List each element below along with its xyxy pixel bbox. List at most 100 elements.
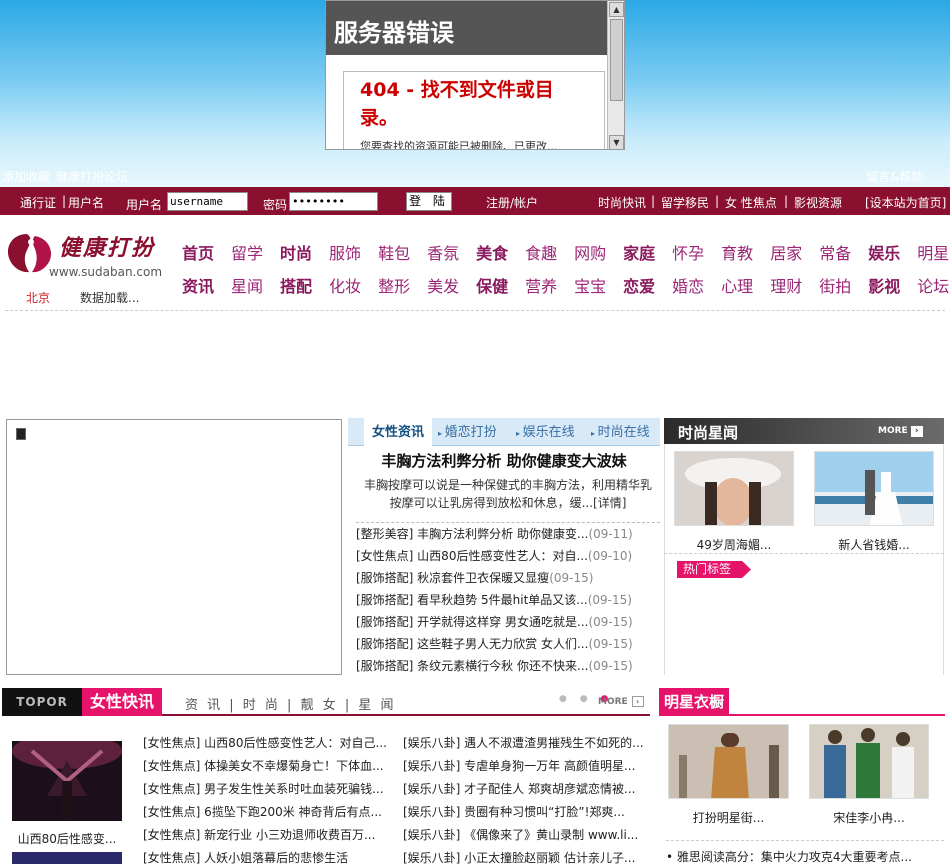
list-item[interactable]: [服饰搭配] 这些鞋子男人无力欣赏 女人们...(09-15) <box>356 633 660 655</box>
nav-item-row1-6[interactable]: 美食 <box>476 240 508 264</box>
nav-item-row1-9[interactable]: 家庭 <box>623 240 655 264</box>
list-item[interactable]: [服饰搭配] 看早秋趋势 5件最hit单品又该...(09-15) <box>356 589 660 611</box>
wardrobe-caption-1[interactable]: 打扮明星街... <box>668 809 789 826</box>
list-item[interactable]: [服饰搭配] 秋凉套件卫衣保暖又显瘦(09-15) <box>356 567 660 589</box>
tab-women-news[interactable]: 女性资讯 <box>364 418 433 446</box>
list-item[interactable]: [娱乐八卦] 才子配佳人 郑爽胡彦斌恋情被... <box>403 778 648 801</box>
quicklink-women[interactable]: 女 性焦点 <box>725 194 777 211</box>
nav-item-row2-8[interactable]: 宝宝 <box>574 273 606 297</box>
wardrobe-photo-1[interactable] <box>668 724 789 799</box>
nav-item-row2-6[interactable]: 保健 <box>476 273 508 297</box>
quicklink-fashion[interactable]: 时尚快讯 <box>598 194 646 211</box>
nav-item-row1-8[interactable]: 网购 <box>574 240 606 264</box>
list-item[interactable]: [娱乐八卦] 专虐单身狗一万年 高颜值明星... <box>403 755 648 778</box>
nav-item-row2-13[interactable]: 街拍 <box>819 273 851 297</box>
slideshow-box[interactable] <box>6 419 342 675</box>
list-item[interactable]: [女性焦点] 体操美女不幸爆菊身亡！下体血... <box>143 755 388 778</box>
city-label[interactable]: 北京 <box>26 289 50 306</box>
wedding-photo-icon <box>815 452 933 525</box>
star-caption-1[interactable]: 49岁周海媚... <box>674 536 794 553</box>
site-logo[interactable]: 健康打扮 www.sudaban.com <box>5 228 165 284</box>
nav-item-row2-12[interactable]: 理财 <box>770 273 802 297</box>
wardrobe-photo-2[interactable] <box>809 724 929 799</box>
username-tab[interactable]: 用户名 <box>68 194 104 211</box>
scroll-thumb[interactable] <box>610 19 623 101</box>
women-news-header: TOPOR 女性快讯 资 讯 | 时 尚 | 靓 女 | 星 闻 ● ● ● M… <box>2 688 650 716</box>
women-news-subnav[interactable]: 资 讯 | 时 尚 | 靓 女 | 星 闻 <box>185 694 394 713</box>
women-news-thumb[interactable] <box>12 741 122 821</box>
nav-item-row2-15[interactable]: 论坛 <box>917 273 949 297</box>
list-item[interactable]: [服饰搭配] 开学就得这样穿 男女通吃就是...(09-15) <box>356 611 660 633</box>
error-iframe[interactable]: 服务器错误 404 - 找不到文件或目录。 您要查找的资源可能已被删除、已更改.… <box>325 0 625 150</box>
nav-item-row2-4[interactable]: 整形 <box>378 273 410 297</box>
nav-item-row2-11[interactable]: 心理 <box>721 273 753 297</box>
nav-item-row1-2[interactable]: 时尚 <box>280 240 312 264</box>
star-photo-2[interactable] <box>814 451 934 526</box>
nav-item-row1-3[interactable]: 服饰 <box>329 240 361 264</box>
iframe-scrollbar[interactable]: ▲ ▼ <box>607 1 624 149</box>
username-input[interactable] <box>167 192 248 211</box>
women-news-col1: [女性焦点] 山西80后性感变性艺人：对自己... [女性焦点] 体操美女不幸爆… <box>143 732 388 864</box>
nav-item-row1-11[interactable]: 育教 <box>721 240 753 264</box>
nav-item-row1-1[interactable]: 留学 <box>231 240 263 264</box>
nav-item-row2-5[interactable]: 美发 <box>427 273 459 297</box>
nav-item-row1-0[interactable]: 首页 <box>182 240 214 264</box>
nav-item-row2-10[interactable]: 婚恋 <box>672 273 704 297</box>
nav-item-row1-4[interactable]: 鞋包 <box>378 240 410 264</box>
nav-item-row2-2[interactable]: 搭配 <box>280 273 312 297</box>
help-link[interactable]: 留言&帮助 <box>866 168 923 185</box>
scroll-down-icon[interactable]: ▼ <box>609 135 624 149</box>
tab-entertainment[interactable]: ▸ 娱乐在线 <box>516 418 575 446</box>
wardrobe-caption-2[interactable]: 宋佳李小冉... <box>809 809 929 826</box>
list-item[interactable]: [女性焦点] 人妖小姐落幕后的悲惨生活 <box>143 847 388 864</box>
forum-link[interactable]: 健康打扮论坛 <box>56 168 128 185</box>
nav-item-row1-15[interactable]: 明星 <box>917 240 949 264</box>
login-button[interactable]: 登 陆 <box>406 192 452 211</box>
scroll-up-icon[interactable]: ▲ <box>609 2 624 17</box>
headline-summary[interactable]: 丰胸按摩可以说是一种保健式的丰胸方法，利用精华乳按摩可以让乳房得到放松和休息，缓… <box>360 476 656 512</box>
list-item[interactable]: [整形美容] 丰胸方法利弊分析 助你健康变...(09-11) <box>356 523 660 545</box>
tab-fashion[interactable]: ▸ 时尚在线 <box>591 418 650 446</box>
tab-wedding[interactable]: ▸ 婚恋打扮 <box>438 418 497 446</box>
nav-divider <box>5 310 945 311</box>
quicklink-study[interactable]: 留学移民 <box>661 194 709 211</box>
nav-item-row1-12[interactable]: 居家 <box>770 240 802 264</box>
list-item[interactable]: [女性焦点] 山西80后性感变性艺人：对自...(09-10) <box>356 545 660 567</box>
list-item[interactable]: [女性焦点] 男子发生性关系时吐血装死骗钱... <box>143 778 388 801</box>
star-photo-1[interactable] <box>674 451 794 526</box>
username-label: 用户名 <box>126 198 163 212</box>
nav-item-row2-1[interactable]: 星闻 <box>231 273 263 297</box>
nav-item-row2-9[interactable]: 恋爱 <box>623 273 655 297</box>
nav-item-row1-5[interactable]: 香氛 <box>427 240 459 264</box>
list-item[interactable]: [娱乐八卦] 遇人不淑遭渣男摧残生不如死的... <box>403 732 648 755</box>
list-item[interactable]: [服饰搭配] 条纹元素横行今秋 你还不快来...(09-15) <box>356 655 660 677</box>
women-news-thumb-caption[interactable]: 山西80后性感变... <box>12 830 122 847</box>
list-item[interactable]: [娱乐八卦] 贵圈有种习惯叫“打脸”!郑爽... <box>403 801 648 824</box>
star-news-more[interactable]: MORE › <box>878 426 923 437</box>
set-homepage-link[interactable]: [设本站为首页] <box>865 194 946 211</box>
list-item[interactable]: [女性焦点] 新宠行业 小三劝退师收费百万... <box>143 824 388 847</box>
list-item[interactable]: [女性焦点] 山西80后性感变性艺人：对自己... <box>143 732 388 755</box>
add-favorite-link[interactable]: 添加收藏 <box>2 168 50 185</box>
register-link[interactable]: 注册/帐户 <box>486 194 538 211</box>
nav-item-row2-0[interactable]: 资讯 <box>182 273 214 297</box>
women-news-more[interactable]: MORE › <box>598 696 644 707</box>
nav-item-row1-14[interactable]: 娱乐 <box>868 240 900 264</box>
nav-item-row2-14[interactable]: 影视 <box>868 273 900 297</box>
nav-item-row2-7[interactable]: 营养 <box>525 273 557 297</box>
password-input[interactable] <box>289 192 378 211</box>
women-news-thumb-2[interactable] <box>12 852 122 864</box>
hot-tags-label[interactable]: 热门标签 <box>677 561 751 578</box>
nav-item-row1-10[interactable]: 怀孕 <box>672 240 704 264</box>
passport-label[interactable]: 通行证 <box>20 194 56 211</box>
headline-title[interactable]: 丰胸方法利弊分析 助你健康变大波妹 <box>348 450 660 471</box>
list-item[interactable]: [娱乐八卦] 小正太撞脸赵丽颖 估计亲儿子... <box>403 847 648 864</box>
list-item[interactable]: [娱乐八卦] 《偶像来了》黄山录制 www.li... <box>403 824 648 847</box>
star-caption-2[interactable]: 新人省钱婚... <box>814 536 934 553</box>
nav-item-row1-7[interactable]: 食趣 <box>525 240 557 264</box>
wardrobe-bullet-link[interactable]: • 雅思阅读高分：集中火力攻克4大重要考点... <box>666 848 912 864</box>
nav-item-row1-13[interactable]: 常备 <box>819 240 851 264</box>
quicklink-movies[interactable]: 影视资源 <box>794 194 842 211</box>
nav-item-row2-3[interactable]: 化妆 <box>329 273 361 297</box>
list-item[interactable]: [女性焦点] 6揽坠下跑200米 神奇背后有点... <box>143 801 388 824</box>
